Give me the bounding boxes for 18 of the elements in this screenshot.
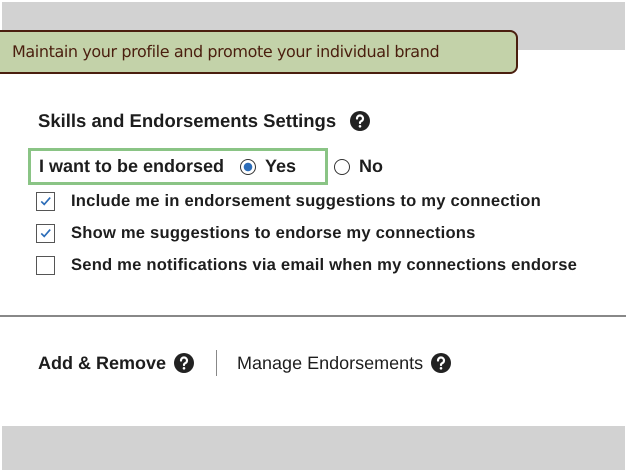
- checkbox[interactable]: [36, 256, 55, 274]
- radio-button[interactable]: [240, 158, 256, 174]
- caption-banner: Maintain your profile and promote your individual brand: [0, 30, 518, 74]
- radio-button[interactable]: [334, 158, 350, 174]
- checkbox-label: Include me in endorsement suggestions to my connection: [71, 191, 541, 211]
- tab[interactable]: Manage Endorsements: [237, 352, 424, 374]
- radio-label: No: [359, 156, 383, 177]
- help-icon[interactable]: [431, 353, 452, 373]
- section-title: Skills and Endorsements Settings: [38, 110, 336, 132]
- help-icon[interactable]: [350, 111, 370, 131]
- help-icon[interactable]: [174, 353, 194, 373]
- radio-label: Yes: [265, 156, 296, 177]
- checkbox[interactable]: [36, 192, 55, 210]
- checkbox-label: Show me suggestions to endorse my connections: [71, 223, 476, 243]
- tab[interactable]: Add & Remove: [38, 352, 166, 374]
- checkbox-label: Send me notifications via email when my connections endorse: [71, 255, 578, 275]
- endorse-label: I want to be endorsed: [39, 156, 224, 177]
- checkbox[interactable]: [36, 224, 55, 242]
